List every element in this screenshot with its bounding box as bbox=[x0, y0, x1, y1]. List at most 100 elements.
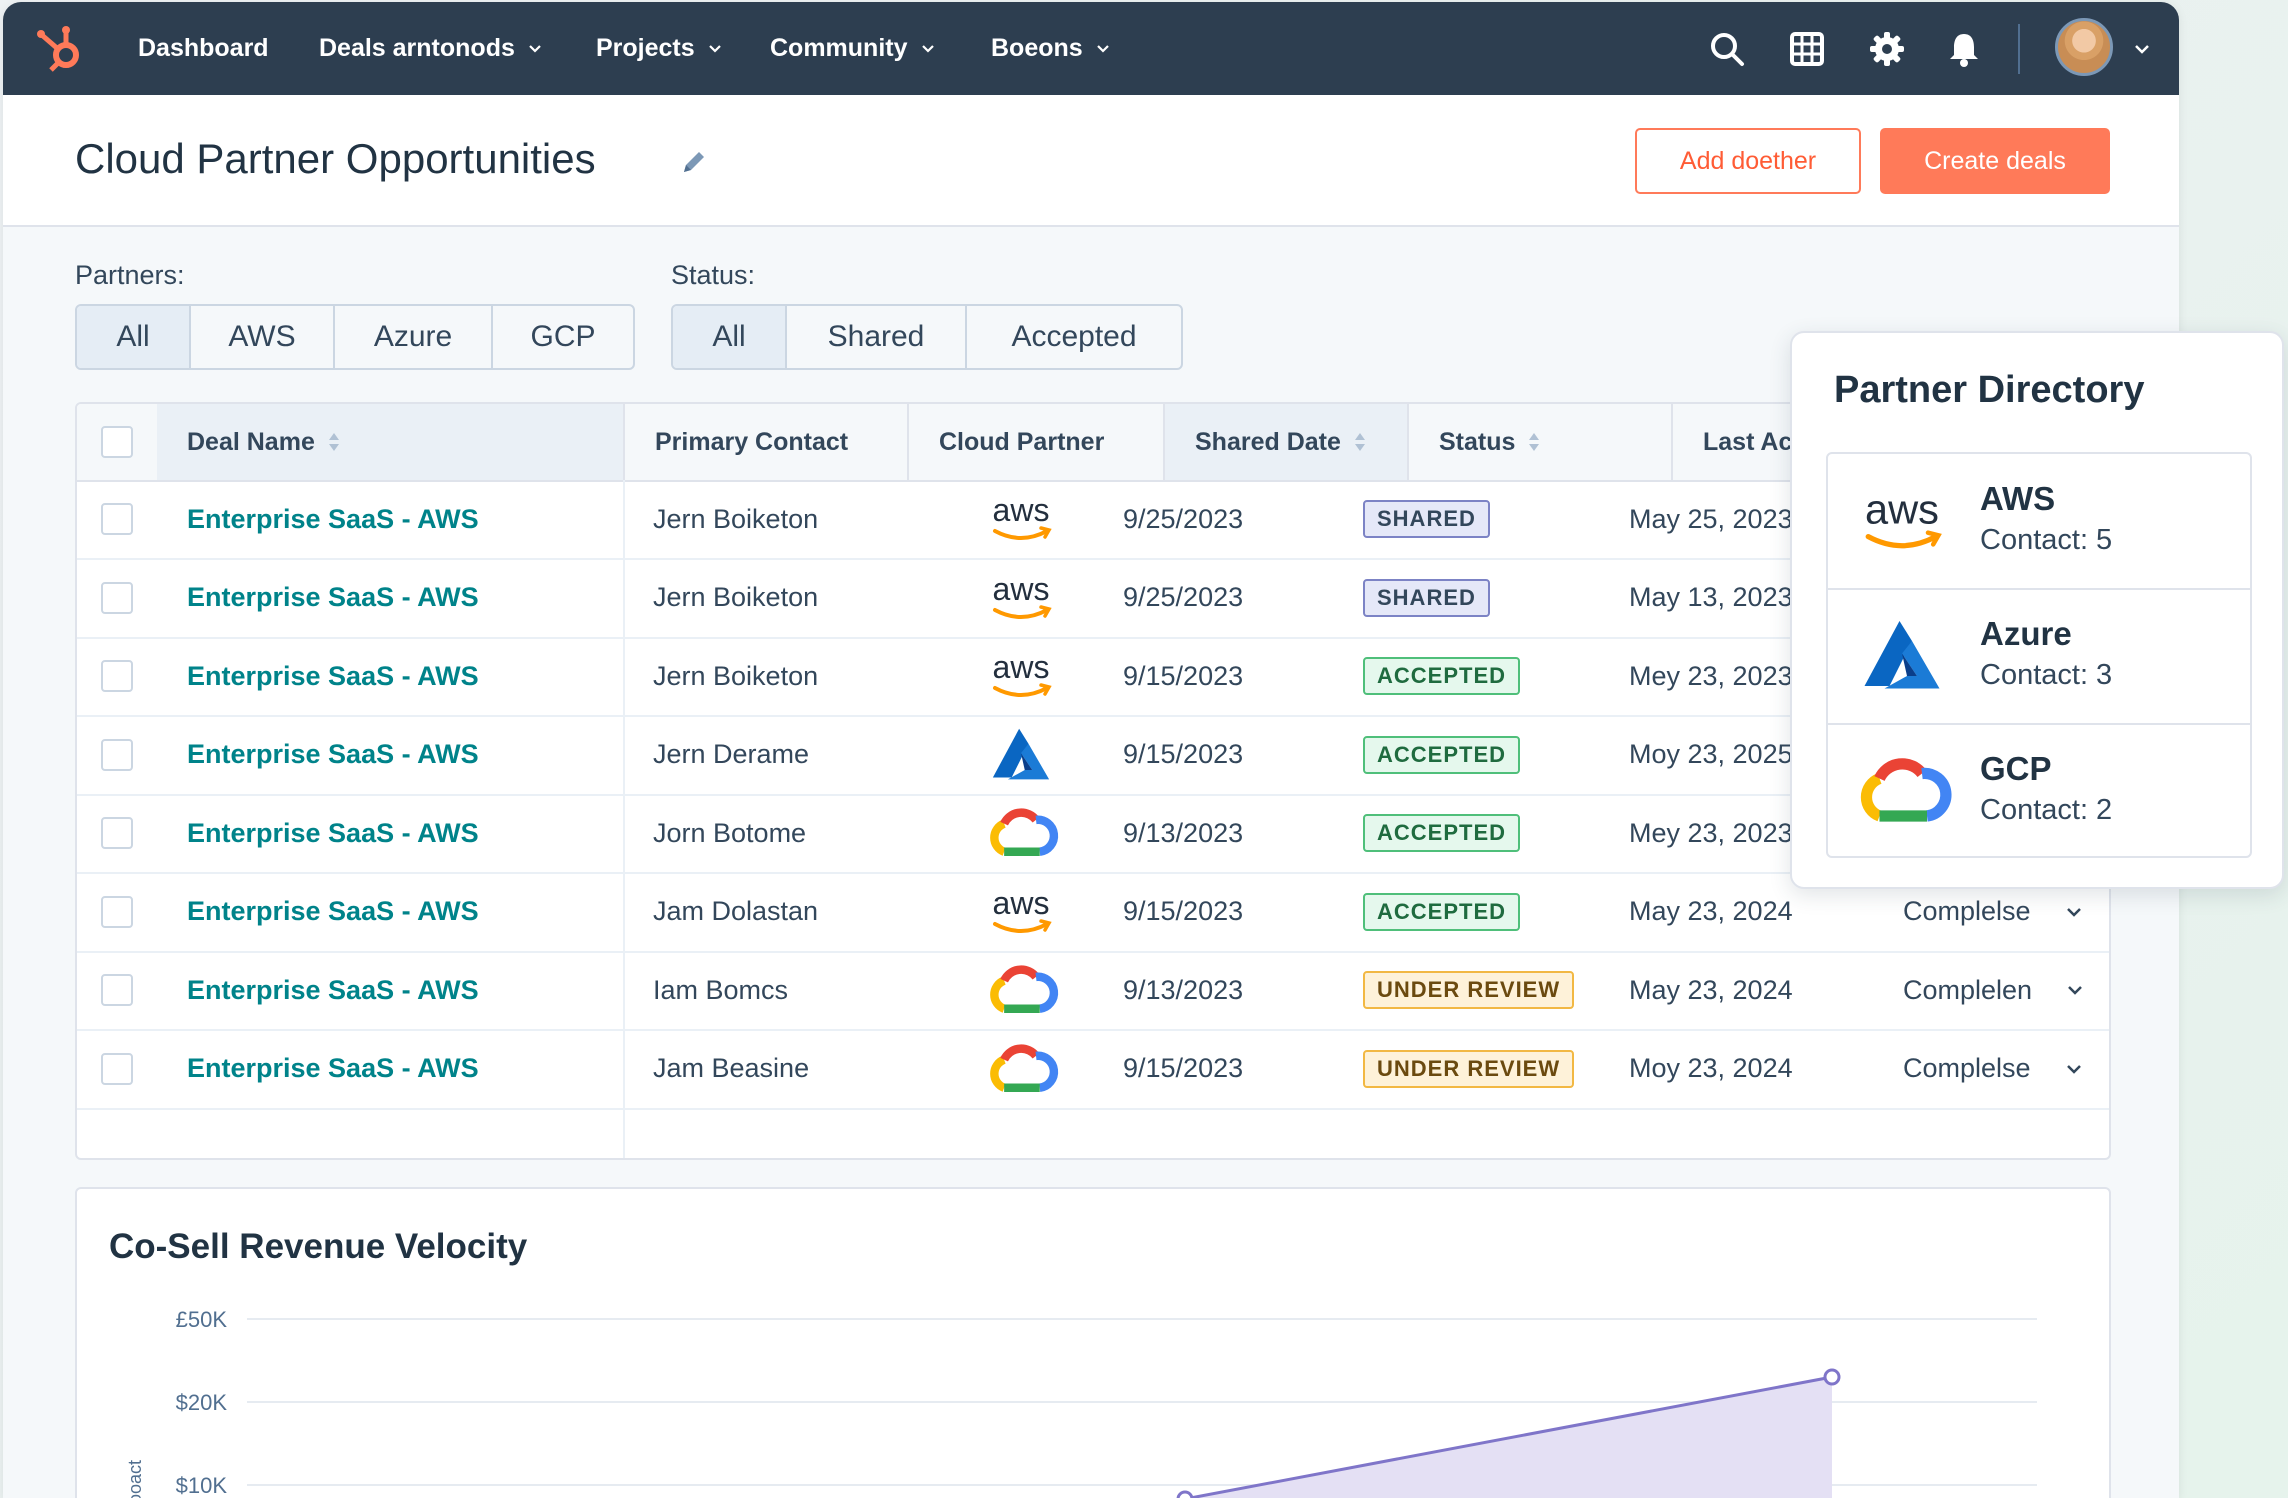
status-badge: SHARED bbox=[1363, 500, 1490, 538]
status-cell: SHARED bbox=[1363, 559, 1490, 637]
data-point[interactable] bbox=[1176, 1490, 1194, 1498]
primary-contact: Jorn Botome bbox=[653, 817, 807, 848]
deal-name-link[interactable]: Enterprise SaaS - AWS bbox=[187, 559, 479, 637]
last-activity: May 23, 2024 bbox=[1629, 974, 1793, 1005]
column-deal-name[interactable]: Deal Name bbox=[157, 404, 625, 480]
shared-date: 9/13/2023 bbox=[1123, 817, 1244, 848]
nav-item-label: Dashboard bbox=[138, 34, 269, 62]
row-checkbox[interactable] bbox=[101, 1052, 133, 1085]
status-filter-all[interactable]: All bbox=[673, 306, 787, 368]
primary-contact: Jern Boiketon bbox=[653, 503, 819, 534]
gcp-logo-icon bbox=[990, 1043, 1059, 1092]
nav-divider bbox=[2018, 24, 2020, 74]
partner-directory-panel: Partner Directory aws AWS Contact: 5 Azu… bbox=[1790, 331, 2284, 889]
chevron-down-icon[interactable] bbox=[2065, 903, 2083, 921]
status-cell: ACCEPTED bbox=[1363, 637, 1521, 715]
primary-contact: Jern Derame bbox=[653, 739, 810, 769]
chevron-down-icon[interactable] bbox=[2065, 1060, 2083, 1078]
stage-value: Complelse bbox=[1903, 1053, 2031, 1083]
column-status[interactable]: Status bbox=[1409, 404, 1673, 480]
nav-item-boeons[interactable]: Boeons bbox=[991, 2, 1111, 95]
nav-item-deals-arntonods[interactable]: Deals arntonods bbox=[319, 2, 543, 95]
cloud-partner-logo bbox=[937, 794, 1105, 872]
row-checkbox[interactable] bbox=[101, 660, 133, 692]
deal-name-link[interactable]: Enterprise SaaS - AWS bbox=[187, 1030, 479, 1108]
status-badge: UNDER REVIEW bbox=[1363, 1049, 1575, 1088]
create-deals-button[interactable]: Create deals bbox=[1880, 128, 2110, 194]
column-cloud-partner[interactable]: Cloud Partner bbox=[909, 404, 1165, 480]
row-checkbox[interactable] bbox=[101, 895, 133, 928]
y-tick-label: $20K bbox=[176, 1390, 228, 1415]
table-row[interactable]: Enterprise SaaS - AWS Jam Beasine 9/15/20… bbox=[77, 1030, 2109, 1110]
partners-filter: All AWS Azure GCP bbox=[75, 304, 635, 370]
search-icon[interactable] bbox=[1708, 30, 1746, 68]
svg-text:aws: aws bbox=[993, 492, 1050, 528]
partner-logo: aws bbox=[1850, 480, 1954, 562]
azure-logo-icon bbox=[1864, 621, 1940, 689]
row-checkbox[interactable] bbox=[101, 974, 133, 1006]
chevron-down-icon[interactable] bbox=[707, 41, 723, 57]
shared-date: 9/15/2023 bbox=[1123, 1053, 1244, 1083]
add-button[interactable]: Add doether bbox=[1635, 128, 1861, 194]
partner-directory-item-gcp[interactable]: GCP Contact: 2 bbox=[1828, 724, 2250, 856]
deal-name-link[interactable]: Enterprise SaaS - AWS bbox=[187, 873, 479, 951]
row-checkbox[interactable] bbox=[101, 817, 133, 849]
column-primary-contact[interactable]: Primary Contact bbox=[625, 404, 909, 480]
deal-name-link[interactable]: Enterprise SaaS - AWS bbox=[187, 637, 479, 715]
bell-icon[interactable] bbox=[1945, 30, 1983, 68]
chevron-down-icon[interactable] bbox=[2066, 981, 2084, 999]
column-shared-date[interactable]: Shared Date bbox=[1165, 404, 1409, 480]
pencil-icon[interactable] bbox=[679, 147, 709, 177]
aws-logo-icon: aws bbox=[993, 492, 1052, 540]
chevron-down-icon[interactable] bbox=[527, 41, 543, 57]
partners-filter-aws[interactable]: AWS bbox=[191, 306, 335, 368]
partner-directory-item-aws[interactable]: aws AWS Contact: 5 bbox=[1828, 454, 2250, 590]
partner-name: GCP bbox=[1980, 750, 2052, 787]
last-activity: May 23, 2024 bbox=[1629, 896, 1793, 926]
status-badge: ACCEPTED bbox=[1363, 814, 1521, 852]
deal-name-link[interactable]: Enterprise SaaS - AWS bbox=[187, 480, 479, 558]
status-badge: ACCEPTED bbox=[1363, 892, 1521, 931]
partners-filter-all[interactable]: All bbox=[77, 306, 191, 368]
stage-dropdown[interactable]: Complelen bbox=[1903, 951, 2084, 1029]
row-checkbox[interactable] bbox=[101, 503, 133, 535]
status-cell: UNDER REVIEW bbox=[1363, 1030, 1575, 1108]
partners-filter-azure[interactable]: Azure bbox=[335, 306, 493, 368]
chevron-down-icon[interactable] bbox=[1095, 41, 1111, 57]
nav-item-community[interactable]: Community bbox=[770, 2, 936, 95]
row-checkbox[interactable] bbox=[101, 738, 133, 771]
data-point[interactable] bbox=[1823, 1368, 1841, 1386]
deal-name-link[interactable]: Enterprise SaaS - AWS bbox=[187, 716, 479, 794]
avatar[interactable] bbox=[2055, 18, 2113, 76]
hubspot-logo-icon[interactable] bbox=[33, 22, 89, 74]
nav-item-projects[interactable]: Projects bbox=[596, 2, 723, 95]
chevron-down-icon[interactable] bbox=[920, 41, 936, 57]
sort-icon[interactable] bbox=[327, 431, 341, 453]
gear-icon[interactable] bbox=[1868, 30, 1906, 68]
deal-name-link[interactable]: Enterprise SaaS - AWS bbox=[187, 951, 479, 1029]
partner-directory-item-azure[interactable]: Azure Contact: 3 bbox=[1828, 589, 2250, 725]
table-row[interactable]: Enterprise SaaS - AWS Iam Bomcs 9/13/2023… bbox=[77, 951, 2109, 1031]
status-badge: UNDER REVIEW bbox=[1363, 971, 1575, 1009]
y-tick-label: $10K bbox=[176, 1473, 228, 1498]
status-filter-accepted[interactable]: Accepted bbox=[967, 306, 1181, 368]
stage-value: Complelen bbox=[1903, 974, 2033, 1005]
cloud-partner-logo bbox=[937, 1030, 1105, 1108]
column-label: Cloud Partner bbox=[939, 427, 1105, 456]
select-all-checkbox[interactable] bbox=[101, 426, 133, 458]
status-cell: ACCEPTED bbox=[1363, 873, 1521, 951]
partners-filter-gcp[interactable]: GCP bbox=[493, 306, 633, 368]
nav-item-dashboard[interactable]: Dashboard bbox=[138, 2, 269, 95]
sort-icon[interactable] bbox=[1527, 431, 1541, 453]
stage-dropdown[interactable]: Complelse bbox=[1903, 1030, 2083, 1108]
gcp-logo-icon bbox=[990, 808, 1059, 856]
status-badge: ACCEPTED bbox=[1363, 735, 1521, 774]
aws-logo-icon: aws bbox=[993, 885, 1052, 933]
sort-icon[interactable] bbox=[1353, 431, 1367, 453]
chevron-down-icon[interactable] bbox=[2133, 40, 2151, 58]
status-filter-shared[interactable]: Shared bbox=[787, 306, 967, 368]
deal-name-link[interactable]: Enterprise SaaS - AWS bbox=[187, 794, 479, 872]
row-checkbox[interactable] bbox=[101, 581, 133, 614]
grid-icon[interactable] bbox=[1788, 30, 1826, 68]
last-activity: Moy 23, 2024 bbox=[1629, 1053, 1793, 1083]
